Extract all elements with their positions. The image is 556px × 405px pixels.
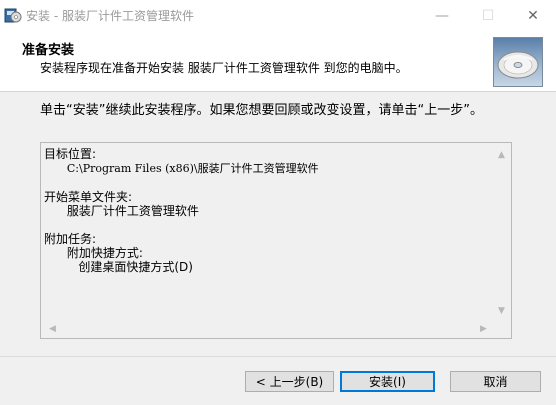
scroll-up-icon[interactable]: ▲ (493, 146, 510, 163)
title-bar: 安装 - 服装厂计件工资管理软件 — ☐ ✕ (0, 0, 556, 31)
dest-value: C:\Program Files (x86)\服装厂计件工资管理软件 (66, 162, 319, 175)
minimize-button[interactable]: — (419, 0, 465, 31)
page-subtitle: 安装程序现在准备开始安装 服装厂计件工资管理软件 到您的电脑中。 (40, 61, 408, 75)
back-button[interactable]: < 上一步(B) (245, 371, 334, 392)
maximize-button[interactable]: ☐ (465, 0, 511, 31)
cd-disc-icon (493, 37, 543, 87)
installer-app-icon (4, 8, 22, 23)
scroll-left-icon[interactable]: ◀ (44, 320, 61, 337)
tasks-item: 创建桌面快捷方式(D) (78, 260, 193, 274)
wizard-header: 准备安装 安装程序现在准备开始安装 服装厂计件工资管理软件 到您的电脑中。 (0, 31, 556, 92)
page-title: 准备安装 (22, 43, 75, 58)
start-menu-label: 开始菜单文件夹: (44, 190, 133, 204)
vertical-scrollbar[interactable]: ▲ ▼ (493, 144, 510, 321)
tasks-label: 附加任务: (44, 232, 97, 246)
dest-label: 目标位置: (44, 147, 97, 161)
start-menu-value: 服装厂计件工资管理软件 (66, 204, 199, 218)
maximize-icon: ☐ (481, 7, 495, 24)
scroll-right-icon[interactable]: ▶ (475, 320, 492, 337)
close-button[interactable]: ✕ (510, 0, 556, 31)
instruction-text: 单击“安装”继续此安装程序。如果您想要回顾或改变设置，请单击“上一步”。 (40, 103, 483, 118)
window-title: 安装 - 服装厂计件工资管理软件 (26, 9, 194, 23)
install-button[interactable]: 安装(I) (340, 371, 435, 392)
memo-text: 目标位置: C:\Program Files (x86)\服装厂计件工资管理软件… (44, 147, 489, 274)
scroll-down-icon[interactable]: ▼ (493, 302, 510, 319)
close-icon: ✕ (527, 7, 539, 24)
tasks-group: 附加快捷方式: (66, 246, 143, 260)
cancel-button[interactable]: 取消 (450, 371, 541, 392)
ready-memo[interactable]: 目标位置: C:\Program Files (x86)\服装厂计件工资管理软件… (40, 142, 512, 339)
horizontal-scrollbar[interactable]: ◀ ▶ (42, 320, 494, 337)
wizard-content: 单击“安装”继续此安装程序。如果您想要回顾或改变设置，请单击“上一步”。 目标位… (0, 92, 556, 356)
minimize-icon: — (435, 7, 449, 24)
wizard-footer: < 上一步(B) 安装(I) 取消 (0, 357, 556, 405)
